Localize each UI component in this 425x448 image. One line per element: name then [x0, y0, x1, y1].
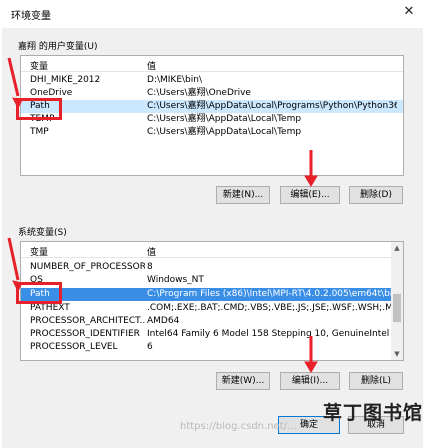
- var-value: 8: [147, 262, 153, 272]
- column-header-value[interactable]: 值: [147, 59, 156, 72]
- system-delete-button[interactable]: 删除(L): [349, 372, 403, 390]
- var-name: PROCESSOR_LEVEL: [30, 342, 118, 352]
- list-item[interactable]: NUMBER_OF_PROCESSORS 8: [21, 261, 403, 274]
- scroll-thumb[interactable]: [393, 294, 401, 322]
- list-item-path[interactable]: Path C:\Users\嘉翔\AppData\Local\Programs\…: [21, 100, 403, 113]
- vertical-scrollbar[interactable]: ▲ ▼: [391, 242, 403, 360]
- column-header-value[interactable]: 值: [147, 245, 156, 258]
- column-header-variable[interactable]: 变量: [30, 245, 48, 258]
- var-name: NUMBER_OF_PROCESSORS: [30, 262, 145, 272]
- scroll-down-icon[interactable]: ▼: [391, 348, 403, 360]
- system-edit-button[interactable]: 编辑(I)...: [280, 372, 340, 390]
- var-value: 6: [147, 342, 153, 352]
- list-item[interactable]: TEMP C:\Users\嘉翔\AppData\Local\Temp: [21, 113, 403, 126]
- title-bar: 环境变量 ✕: [0, 0, 425, 28]
- system-vars-list[interactable]: 变量 值 NUMBER_OF_PROCESSORS 8 OS Windows_N…: [20, 241, 404, 361]
- scroll-up-icon[interactable]: ▲: [391, 242, 403, 254]
- watermark-url: https://blog.csdn.net/...: [180, 421, 297, 432]
- list-item[interactable]: PROCESSOR_LEVEL 6: [21, 341, 391, 354]
- var-name: PROCESSOR_IDENTIFIER: [30, 329, 140, 339]
- user-vars-label: 嘉翔 的用户变量(U): [18, 42, 98, 52]
- var-value: C:\Users\嘉翔\AppData\Local\Programs\Pytho…: [147, 101, 397, 111]
- user-vars-header: 变量 值: [21, 56, 403, 72]
- var-value: C:\Users\嘉翔\OneDrive: [147, 88, 251, 98]
- watermark-logo: 草丁图书馆: [323, 402, 424, 424]
- system-vars-label: 系统变量(S): [18, 228, 67, 238]
- window-title: 环境变量: [11, 11, 51, 22]
- user-new-button[interactable]: 新建(N)...: [216, 186, 270, 204]
- var-value: Windows_NT: [147, 275, 204, 285]
- column-header-variable[interactable]: 变量: [30, 59, 145, 72]
- var-value: AMD64: [147, 316, 180, 326]
- var-value: C:\Users\嘉翔\AppData\Local\Temp: [147, 127, 302, 137]
- list-item-path-selected[interactable]: Path C:\Program Files (x86)\Intel\MPI-RT…: [21, 288, 397, 301]
- annotation-highlight-system-path: [16, 282, 62, 304]
- close-icon[interactable]: ✕: [399, 3, 419, 21]
- system-new-button[interactable]: 新建(W)...: [216, 372, 270, 390]
- list-item[interactable]: PROCESSOR_ARCHITECT... AMD64: [21, 315, 391, 328]
- list-item[interactable]: OneDrive C:\Users\嘉翔\OneDrive: [21, 87, 403, 100]
- var-value: C:\Program Files (x86)\Intel\MPI-RT\4.0.…: [147, 289, 397, 299]
- list-item[interactable]: TMP C:\Users\嘉翔\AppData\Local\Temp: [21, 126, 403, 139]
- annotation-highlight-user-path: [16, 98, 62, 120]
- list-item[interactable]: DHI_MIKE_2012 D:\MIKE\bin\: [21, 74, 403, 87]
- list-item[interactable]: PROCESSOR_IDENTIFIER Intel64 Family 6 Mo…: [21, 328, 391, 341]
- user-vars-list[interactable]: 变量 值 DHI_MIKE_2012 D:\MIKE\bin\ OneDrive…: [20, 55, 404, 176]
- user-edit-button[interactable]: 编辑(E)...: [280, 186, 340, 204]
- list-item[interactable]: PATHEXT .COM;.EXE;.BAT;.CMD;.VBS;.VBE;.J…: [21, 302, 397, 315]
- var-value: C:\Users\嘉翔\AppData\Local\Temp: [147, 114, 302, 124]
- var-value: Intel64 Family 6 Model 158 Stepping 10, …: [147, 329, 390, 339]
- var-name: TMP: [30, 127, 49, 137]
- var-name: DHI_MIKE_2012: [30, 75, 101, 85]
- var-value: D:\MIKE\bin\: [147, 75, 202, 85]
- var-name: PROCESSOR_ARCHITECT...: [30, 316, 145, 326]
- system-vars-header: 变量 值: [21, 242, 403, 258]
- list-item[interactable]: OS Windows_NT: [21, 274, 403, 287]
- user-delete-button[interactable]: 删除(D): [349, 186, 403, 204]
- var-value: .COM;.EXE;.BAT;.CMD;.VBS;.VBE;.JS;.JSE;.…: [147, 303, 397, 313]
